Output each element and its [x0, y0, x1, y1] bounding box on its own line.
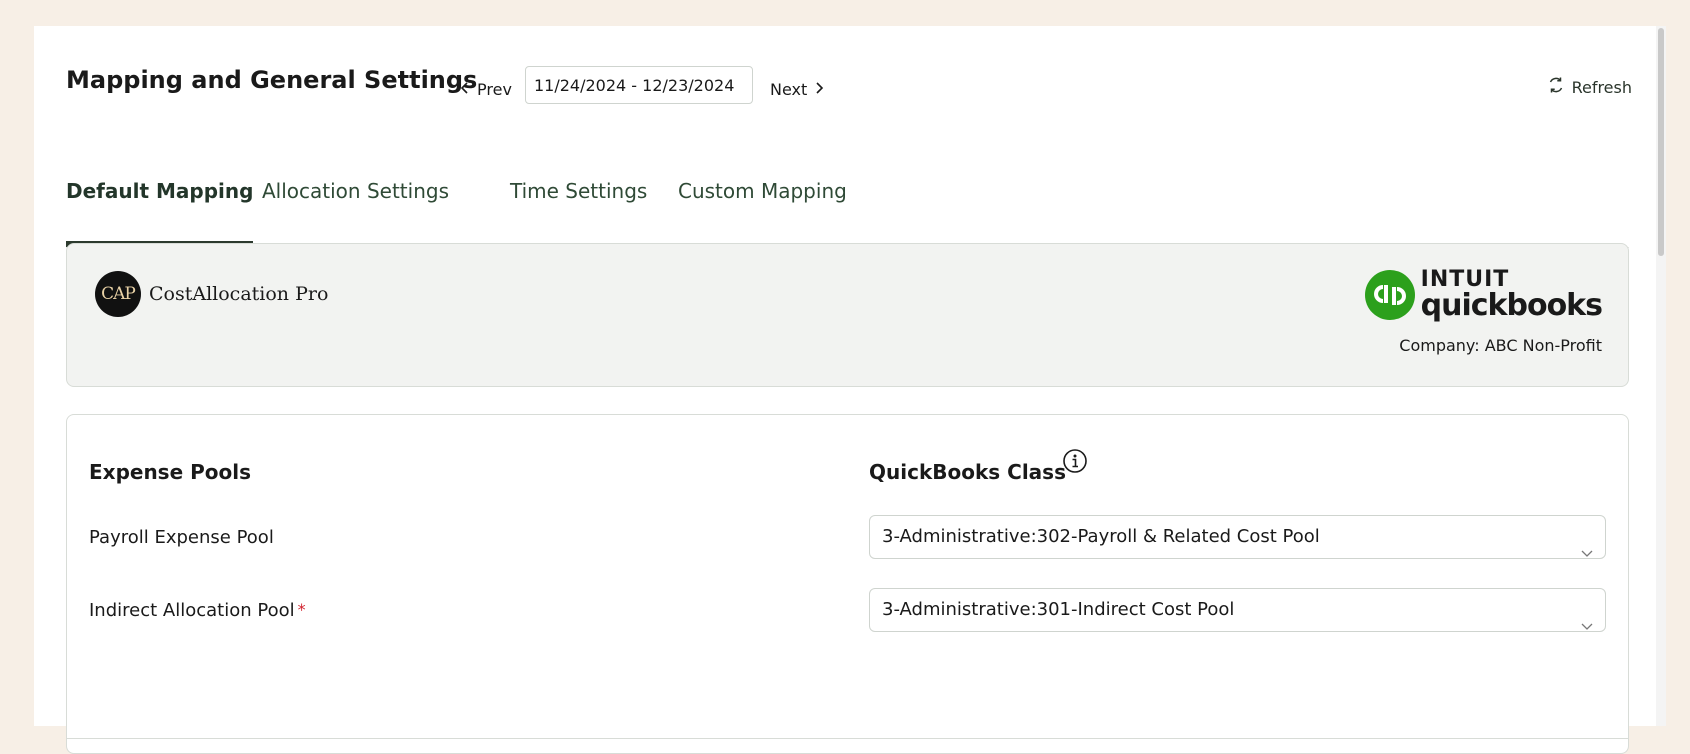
- quickbooks-logo-icon: [1364, 270, 1415, 320]
- refresh-label: Refresh: [1571, 77, 1632, 97]
- indirect-allocation-pool-text: Indirect Allocation Pool: [89, 600, 295, 621]
- chevron-down-icon: [1581, 532, 1593, 574]
- scrollbar[interactable]: [1656, 26, 1666, 726]
- settings-panel: Mapping and General Settings Prev Next R…: [34, 26, 1666, 754]
- cap-logo-name: CostAllocation Pro: [149, 283, 329, 305]
- quickbooks-class-header: QuickBooks Class: [869, 460, 1066, 484]
- indirect-class-select[interactable]: 3-Administrative:301-Indirect Cost Pool: [869, 588, 1606, 632]
- refresh-button[interactable]: Refresh: [1547, 74, 1632, 100]
- section-divider: [67, 738, 1628, 739]
- info-icon[interactable]: [1062, 448, 1088, 478]
- company-name: Company: ABC Non-Profit: [1399, 336, 1602, 355]
- tab-bar: Default Mapping Allocation Settings Time…: [66, 171, 1629, 248]
- costallocation-pro-logo: CAP CostAllocation Pro: [95, 271, 328, 317]
- mapping-card: Expense Pools QuickBooks Class Payroll E…: [66, 414, 1629, 754]
- expense-pools-header: Expense Pools: [89, 460, 252, 484]
- next-button[interactable]: Next: [770, 76, 824, 102]
- prev-label: Prev: [477, 79, 512, 99]
- payroll-expense-pool-label: Payroll Expense Pool: [89, 527, 274, 548]
- indirect-allocation-pool-label: Indirect Allocation Pool *: [89, 600, 306, 621]
- scrollbar-thumb[interactable]: [1658, 28, 1664, 256]
- tab-custom-mapping[interactable]: Custom Mapping: [678, 171, 847, 246]
- chevron-down-icon: [1581, 605, 1593, 647]
- chevron-left-icon: [460, 80, 470, 99]
- next-label: Next: [770, 79, 808, 99]
- indirect-class-value: 3-Administrative:301-Indirect Cost Pool: [882, 599, 1235, 620]
- payroll-class-select[interactable]: 3-Administrative:302-Payroll & Related C…: [869, 515, 1606, 559]
- chevron-right-icon: [814, 80, 824, 99]
- required-marker: *: [297, 600, 306, 619]
- integration-brand-card: CAP CostAllocation Pro INTUIT quickbooks…: [66, 243, 1629, 387]
- date-range-input[interactable]: [525, 66, 753, 104]
- tab-time-settings[interactable]: Time Settings: [510, 171, 647, 246]
- quickbooks-logo-wordmark: quickbooks: [1420, 288, 1603, 323]
- quickbooks-logo: INTUIT quickbooks: [1364, 269, 1603, 323]
- prev-button[interactable]: Prev: [460, 76, 512, 102]
- refresh-icon: [1547, 76, 1565, 98]
- tab-allocation-settings[interactable]: Allocation Settings: [262, 171, 449, 246]
- tab-default-mapping[interactable]: Default Mapping: [66, 171, 254, 247]
- page-title: Mapping and General Settings: [66, 66, 478, 94]
- payroll-class-value: 3-Administrative:302-Payroll & Related C…: [882, 526, 1320, 547]
- cap-logo-mark: CAP: [95, 271, 141, 317]
